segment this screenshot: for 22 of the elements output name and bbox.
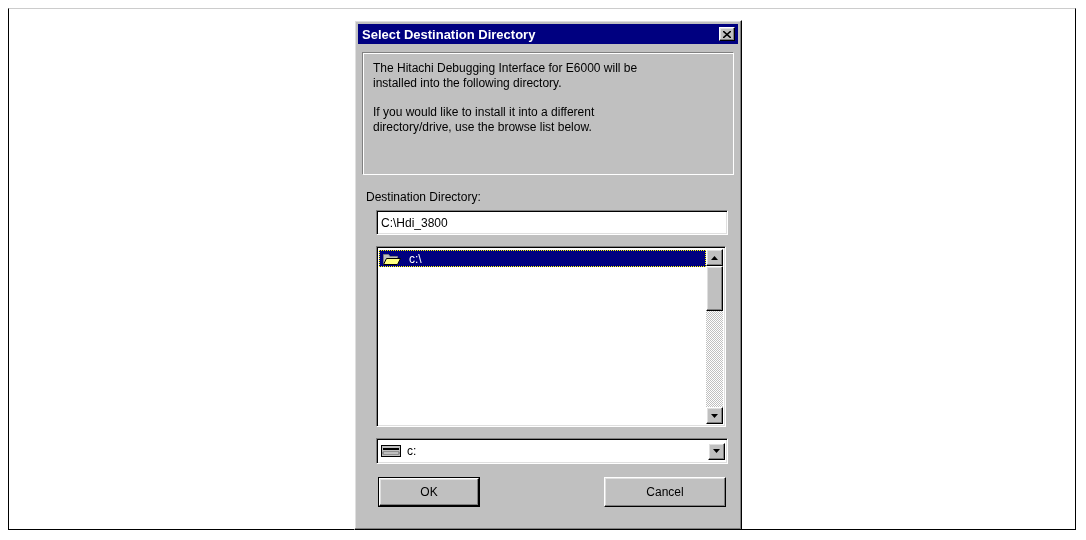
scroll-up-button[interactable] — [706, 249, 723, 266]
destination-label: Destination Directory: — [366, 190, 482, 204]
drive-value: c: — [407, 444, 418, 458]
down-arrow-icon — [713, 449, 720, 453]
scrollbar[interactable] — [706, 249, 723, 424]
destination-field[interactable]: C:\Hdi_3800 — [376, 210, 728, 235]
down-arrow-icon — [711, 413, 718, 418]
folder-icon — [383, 252, 401, 265]
directory-item[interactable]: c:\ — [379, 250, 706, 267]
scroll-down-button[interactable] — [706, 407, 723, 424]
dialog-button[interactable]: Cancel — [604, 477, 726, 507]
scroll-thumb[interactable] — [706, 266, 723, 311]
close-button[interactable] — [719, 27, 735, 41]
drive-icon — [381, 445, 401, 457]
default-button[interactable]: OK — [379, 478, 479, 506]
drive-dropdown[interactable]: c: — [376, 438, 728, 464]
window-title: Select Destination Directory — [362, 26, 536, 42]
dropdown-button[interactable] — [708, 442, 725, 460]
close-icon — [723, 30, 731, 38]
up-arrow-icon — [711, 255, 718, 260]
message-text: If you would like to install it into a different directory/drive, use the browse list below. — [373, 105, 596, 135]
message-text: The Hitachi Debugging Interface for E6000 will be installed into the following directory. — [373, 61, 639, 91]
